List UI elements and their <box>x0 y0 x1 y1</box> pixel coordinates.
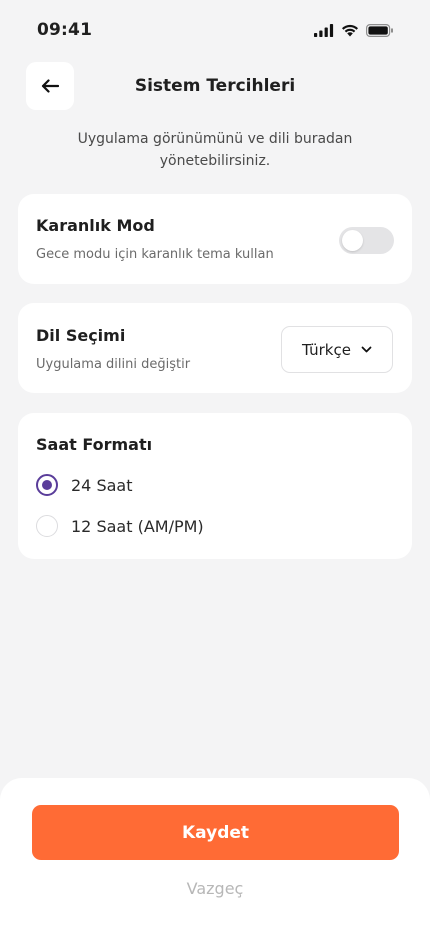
language-title: Dil Seçimi <box>36 326 126 345</box>
page-title: Sistem Tercihleri <box>134 76 296 96</box>
toggle-knob <box>342 230 363 251</box>
battery-icon <box>366 23 393 37</box>
chevron-down-icon <box>361 346 372 353</box>
status-time: 09:41 <box>37 20 93 40</box>
language-description: Uygulama dilini değiştir <box>36 357 191 372</box>
cancel-button[interactable]: Vazgeç <box>0 879 430 898</box>
header: Sistem Tercihleri <box>0 62 430 114</box>
bottom-action-bar: Kaydet Vazgeç <box>0 778 430 931</box>
radio-button-checked[interactable] <box>36 474 58 496</box>
language-select-value: Türkçe <box>302 340 351 359</box>
time-format-option-label: 24 Saat <box>71 475 133 495</box>
time-format-card: Saat Formatı 24 Saat 12 Saat (AM/PM) <box>18 413 412 559</box>
dark-mode-card: Karanlık Mod Gece modu için karanlık tem… <box>18 194 412 284</box>
time-format-option-label: 12 Saat (AM/PM) <box>71 516 204 536</box>
language-select[interactable]: Türkçe <box>281 326 393 373</box>
save-button[interactable]: Kaydet <box>32 805 399 860</box>
language-card: Dil Seçimi Uygulama dilini değiştir Türk… <box>18 303 412 393</box>
dark-mode-toggle[interactable] <box>339 227 394 254</box>
status-icons <box>314 23 394 37</box>
time-format-title: Saat Formatı <box>36 435 153 454</box>
time-format-option-24h[interactable]: 24 Saat <box>36 474 132 496</box>
signal-icon <box>314 23 334 37</box>
dark-mode-title: Karanlık Mod <box>36 216 155 235</box>
dark-mode-description: Gece modu için karanlık tema kullan <box>36 247 274 262</box>
status-bar: 09:41 <box>0 0 430 60</box>
page-subtitle: Uygulama görünümünü ve dili buradan yöne… <box>77 131 353 169</box>
radio-button-unchecked[interactable] <box>36 515 58 537</box>
time-format-option-12h[interactable]: 12 Saat (AM/PM) <box>36 515 204 537</box>
wifi-icon <box>342 24 358 36</box>
